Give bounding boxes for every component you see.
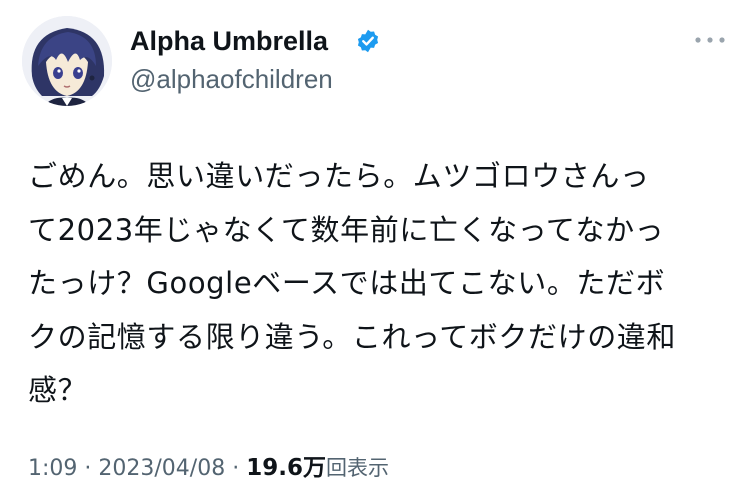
- tweet-time[interactable]: 1:09: [28, 456, 77, 481]
- tweet-text: ごめん。思い違いだったら。ムツゴロウさんっ て2023年じゃなくて数年前に亡くな…: [28, 150, 724, 418]
- tweet-text-line: ごめん。思い違いだったら。ムツゴロウさんっ: [28, 159, 650, 193]
- views-label: 回表示: [325, 456, 389, 480]
- more-horizontal-icon[interactable]: [690, 28, 730, 52]
- avatar[interactable]: [22, 16, 112, 106]
- tweet-text-line: 感？: [28, 373, 88, 407]
- views-count[interactable]: 19.6万: [246, 455, 326, 481]
- meta-separator: ·: [232, 456, 240, 481]
- author-handle[interactable]: @alphaofchildren: [130, 62, 333, 96]
- tweet-text-line: たっけ？Googleベースでは出てこない。ただボ: [28, 266, 666, 300]
- tweet-card: Alpha Umbrella @alphaofchildren ごめん。思い違い…: [0, 0, 750, 496]
- meta-separator: ·: [84, 456, 92, 481]
- tweet-text-line: て2023年じゃなくて数年前に亡くなってなかっ: [28, 212, 665, 247]
- tweet-text-line: クの記憶する限り違う。これってボクだけの違和: [28, 319, 677, 354]
- author-display-name[interactable]: Alpha Umbrella: [130, 24, 328, 58]
- verified-badge-icon: [357, 29, 379, 53]
- tweet-meta: 1:09 · 2023/04/08 · 19.6万回表示: [28, 450, 389, 487]
- avatar-image: [22, 16, 112, 106]
- tweet-date[interactable]: 2023/04/08: [98, 456, 225, 481]
